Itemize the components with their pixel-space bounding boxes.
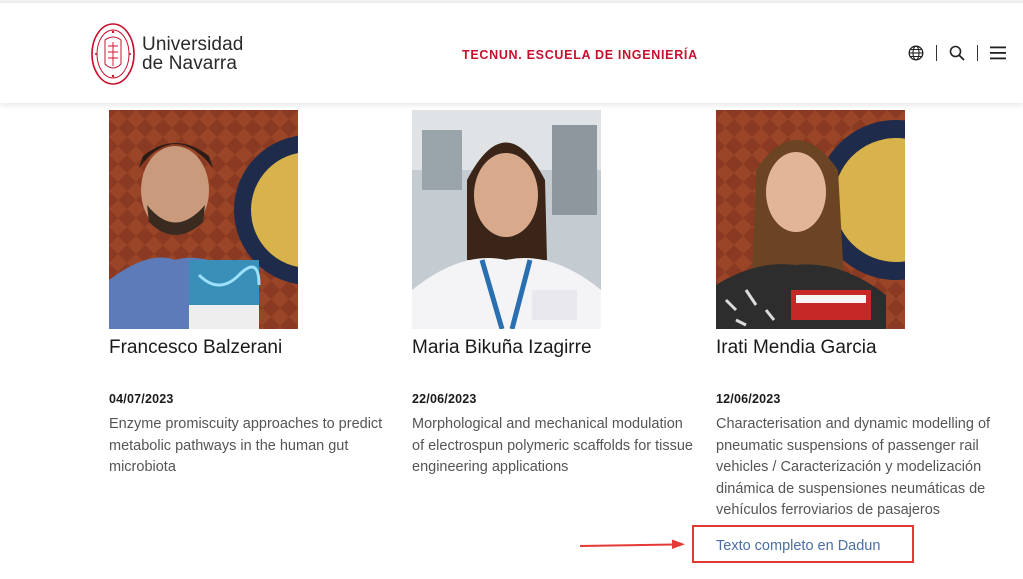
header-tools	[905, 43, 1009, 63]
thesis-card: Irati Mendia Garcia 12/06/2023 Character…	[716, 110, 1006, 522]
divider	[977, 45, 978, 61]
defense-date: 22/06/2023	[412, 392, 477, 406]
author-photo[interactable]	[412, 110, 601, 329]
menu-icon	[990, 46, 1006, 60]
thesis-card: Maria Bikuña Izagirre 22/06/2023 Morphol…	[412, 110, 702, 479]
portrait-image	[109, 110, 298, 329]
language-button[interactable]	[905, 43, 927, 63]
portrait-image	[412, 110, 601, 329]
defense-date: 04/07/2023	[109, 392, 174, 406]
full-text-dadun-link[interactable]: Texto completo en Dadun	[716, 538, 880, 554]
university-seal-icon	[91, 23, 135, 85]
thesis-title: Characterisation and dynamic modelling o…	[716, 416, 991, 518]
author-photo[interactable]	[716, 110, 905, 329]
author-name[interactable]: Francesco Balzerani	[109, 337, 399, 359]
university-name: Universidad de Navarra	[142, 35, 243, 73]
globe-icon	[908, 45, 924, 61]
logo-line-1: Universidad	[142, 34, 244, 55]
divider	[936, 45, 937, 61]
search-icon	[949, 45, 965, 61]
logo-line-2: de Navarra	[142, 53, 237, 74]
thesis-title: Morphological and mechanical modulation …	[412, 416, 694, 475]
author-name[interactable]: Maria Bikuña Izagirre	[412, 337, 702, 359]
author-photo[interactable]	[109, 110, 298, 329]
thesis-card: Francesco Balzerani 04/07/2023 Enzyme pr…	[109, 110, 399, 479]
thesis-title: Enzyme promiscuity approaches to predict…	[109, 416, 383, 475]
school-link[interactable]: TECNUN. ESCUELA DE INGENIERÍA	[462, 48, 698, 62]
portrait-image	[716, 110, 905, 329]
defense-date: 12/06/2023	[716, 392, 781, 406]
university-logo[interactable]: Universidad de Navarra	[90, 22, 243, 86]
annotation-arrow-icon	[580, 539, 685, 549]
author-name[interactable]: Irati Mendia Garcia	[716, 337, 1006, 359]
menu-button[interactable]	[987, 43, 1009, 63]
site-header: Universidad de Navarra TECNUN. ESCUELA D…	[0, 3, 1023, 103]
search-button[interactable]	[946, 43, 968, 63]
